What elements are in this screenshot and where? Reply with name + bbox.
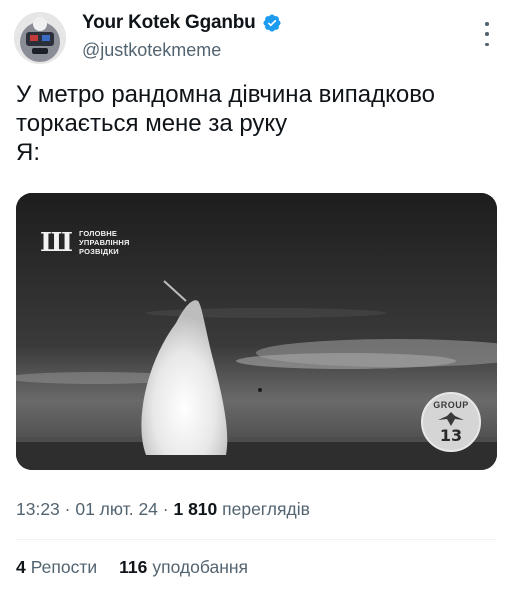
author-handle[interactable]: @justkotekmeme bbox=[82, 40, 221, 61]
more-dot bbox=[485, 22, 489, 26]
views-label: переглядів bbox=[217, 499, 310, 519]
author-name-row: Your Kotek Gganbu bbox=[82, 12, 282, 34]
likes-count: 116 bbox=[119, 557, 148, 577]
avatar-image bbox=[14, 12, 66, 64]
tweet-text: У метро рандомна дівчина випадково торка… bbox=[16, 81, 436, 166]
badge-top-text: GROUP bbox=[433, 400, 469, 410]
more-options-icon[interactable] bbox=[477, 22, 497, 46]
trident-icon: Ш bbox=[40, 227, 73, 258]
tweet-meta: 13:23 · 01 лют. 24 · 1 810 переглядів bbox=[16, 499, 310, 520]
likes-label: уподобання bbox=[152, 557, 249, 577]
verified-badge-icon bbox=[263, 14, 281, 32]
gur-logo-line: УПРАВЛІННЯ bbox=[78, 238, 130, 247]
gur-logo-text: ГОЛОВНЕ УПРАВЛІННЯ РОЗВІДКИ bbox=[79, 229, 130, 256]
divider bbox=[16, 539, 497, 540]
tweet-stats: 4 Репости 116 уподобання bbox=[16, 557, 248, 578]
more-dot bbox=[485, 42, 489, 46]
tweet-date[interactable]: 01 лют. 24 bbox=[75, 499, 158, 520]
views-count: 1 810 bbox=[173, 499, 218, 519]
gur-logo-line: ГОЛОВНЕ bbox=[78, 229, 118, 238]
more-dot bbox=[485, 32, 489, 36]
likes-stat[interactable]: 116 уподобання bbox=[119, 557, 248, 578]
tweet-header: Your Kotek Gganbu @justkotekmeme bbox=[0, 0, 513, 80]
tweet-video[interactable]: Ш ГОЛОВНЕ УПРАВЛІННЯ РОЗВІДКИ GROUP 13 bbox=[16, 193, 497, 470]
avatar[interactable] bbox=[14, 12, 66, 64]
meta-separator: · bbox=[157, 499, 174, 519]
tweet-time[interactable]: 13:23 bbox=[16, 499, 60, 520]
reposts-label: Репости bbox=[30, 557, 98, 577]
bird-icon bbox=[438, 412, 464, 426]
meta-separator: · bbox=[59, 499, 76, 519]
reposts-count: 4 bbox=[16, 557, 26, 577]
gur-logo: Ш ГОЛОВНЕ УПРАВЛІННЯ РОЗВІДКИ bbox=[40, 229, 130, 256]
badge-number: 13 bbox=[439, 426, 463, 445]
reposts-stat[interactable]: 4 Репости bbox=[16, 557, 97, 578]
group-13-badge: GROUP 13 bbox=[421, 392, 481, 452]
gur-logo-line: РОЗВІДКИ bbox=[78, 247, 119, 256]
author-display-name[interactable]: Your Kotek Gganbu bbox=[82, 12, 256, 34]
